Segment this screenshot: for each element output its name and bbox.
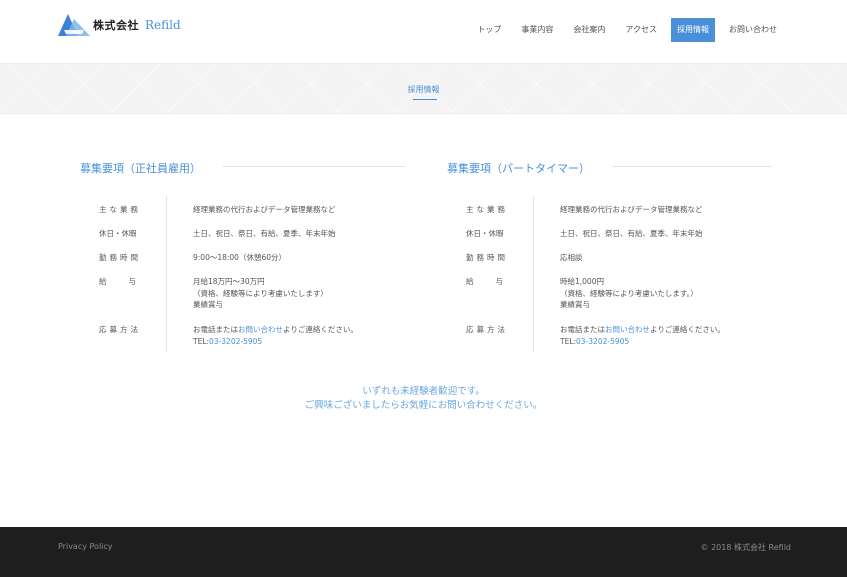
parttime-title: 募集要項（パートタイマー） — [447, 162, 590, 175]
row-value: 9:00〜18:00（休憩60分） — [193, 252, 408, 264]
tel-link[interactable]: 03-3202-5905 — [576, 337, 629, 346]
value-line: お電話またはお問い合わせよりご連絡ください。 — [193, 324, 408, 336]
main-nav: トップ 事業内容 会社案内 アクセス 採用情報 お問い合わせ — [463, 18, 783, 42]
value-line: 9:00〜18:00（休憩60分） — [193, 253, 286, 262]
value-line: 経理業務の代行およびデータ管理業務など — [560, 205, 703, 214]
value-line: 業績賞与 — [560, 300, 590, 309]
heading-rule — [612, 166, 772, 167]
value-line: お電話またはお問い合わせよりご連絡ください。 — [560, 324, 775, 336]
table-divider — [533, 196, 534, 352]
value-line: （資格、経験等により考慮いたします） — [193, 288, 328, 298]
row-label: 休日・休暇 — [99, 229, 137, 238]
heading-rule — [222, 166, 405, 167]
value-line: 応相談 — [560, 253, 583, 262]
value-line: TEL:03-3202-5905 — [193, 336, 408, 348]
message-line-1: いずれも未経験者歓迎です。 — [362, 386, 485, 397]
site-footer: Privacy Policy © 2018 株式会社 Refild — [0, 527, 847, 577]
row-value: 応相談 — [560, 252, 775, 264]
value-line: （資格、経験等により考慮いたします。） — [560, 288, 698, 298]
row-value: 経理業務の代行およびデータ管理業務など — [560, 204, 775, 216]
site-header: 株式会社 Refild トップ 事業内容 会社案内 アクセス 採用情報 お問い合… — [0, 0, 847, 63]
message-line-2: ご興味ございましたらお気軽にお問い合わせください。 — [304, 400, 543, 411]
row-value: 土日、祝日、祭日、有給、夏季、年末年始 — [560, 228, 775, 240]
table-divider — [166, 196, 167, 352]
page-title-band: 採用情報 — [0, 63, 847, 114]
site-logo[interactable]: 株式会社 Refild — [58, 13, 181, 37]
parttime-section: 募集要項（パートタイマー） 主な業務 経理業務の代行およびデータ管理業務など 休… — [447, 158, 772, 352]
row-value: お電話またはお問い合わせよりご連絡ください。 TEL:03-3202-5905 — [560, 324, 775, 347]
page-title-underline — [413, 99, 437, 100]
nav-business[interactable]: 事業内容 — [515, 18, 559, 42]
welcome-message: いずれも未経験者歓迎です。 ご興味ございましたらお気軽にお問い合わせください。 — [0, 385, 847, 413]
row-value: 経理業務の代行およびデータ管理業務など — [193, 204, 408, 216]
row-value: 時給1,000円 （資格、経験等により考慮いたします。） 業績賞与 — [560, 276, 775, 311]
tel-label: TEL: — [560, 336, 577, 346]
nav-recruit[interactable]: 採用情報 — [671, 18, 715, 42]
copyright: © 2018 株式会社 Refild — [700, 543, 791, 552]
contact-text: お電話または — [560, 325, 605, 334]
fulltime-title: 募集要項（正社員雇用） — [80, 162, 201, 175]
nav-access[interactable]: アクセス — [619, 18, 663, 42]
tel-label: TEL: — [193, 336, 210, 346]
row-label: 主な業務 — [99, 205, 141, 214]
row-value: 土日、祝日、祭日、有給、夏季、年末年始 — [193, 228, 408, 240]
nav-contact[interactable]: お問い合わせ — [723, 18, 783, 42]
row-label: 給与 — [466, 277, 525, 286]
fulltime-heading: 募集要項（正社員雇用） — [80, 158, 405, 178]
nav-top[interactable]: トップ — [471, 18, 507, 42]
value-line: 土日、祝日、祭日、有給、夏季、年末年始 — [193, 229, 336, 238]
row-label: 勤務時間 — [466, 253, 508, 262]
value-line: TEL:03-3202-5905 — [560, 336, 775, 348]
value-line: 土日、祝日、祭日、有給、夏季、年末年始 — [560, 229, 703, 238]
contact-text: よりご連絡ください。 — [650, 325, 725, 334]
row-label: 休日・休暇 — [466, 229, 504, 238]
value-line: 月給18万円〜30万円 — [193, 277, 265, 286]
row-label: 応募方法 — [466, 325, 508, 334]
row-label: 主な業務 — [466, 205, 508, 214]
contact-link[interactable]: お問い合わせ — [238, 325, 283, 334]
page-title: 採用情報 — [407, 85, 440, 94]
row-label: 応募方法 — [99, 325, 141, 334]
contact-text: お電話または — [193, 325, 238, 334]
parttime-heading: 募集要項（パートタイマー） — [447, 158, 772, 178]
row-label: 勤務時間 — [99, 253, 141, 262]
value-line: 時給1,000円 — [560, 277, 604, 286]
logo-text-en: Refild — [145, 18, 181, 32]
logo-text-jp: 株式会社 — [93, 19, 139, 32]
nav-company[interactable]: 会社案内 — [567, 18, 611, 42]
value-line: 業績賞与 — [193, 300, 223, 309]
contact-link[interactable]: お問い合わせ — [605, 325, 650, 334]
row-value: 月給18万円〜30万円 （資格、経験等により考慮いたします） 業績賞与 — [193, 276, 408, 311]
contact-text: よりご連絡ください。 — [283, 325, 358, 334]
tel-link[interactable]: 03-3202-5905 — [209, 337, 262, 346]
privacy-policy-link[interactable]: Privacy Policy — [58, 542, 113, 551]
logo-mark-icon — [58, 14, 90, 36]
row-label: 給与 — [99, 277, 158, 286]
value-line: 経理業務の代行およびデータ管理業務など — [193, 205, 336, 214]
fulltime-section: 募集要項（正社員雇用） 主な業務 経理業務の代行およびデータ管理業務など 休日・… — [80, 158, 405, 352]
row-value: お電話またはお問い合わせよりご連絡ください。 TEL:03-3202-5905 — [193, 324, 408, 347]
